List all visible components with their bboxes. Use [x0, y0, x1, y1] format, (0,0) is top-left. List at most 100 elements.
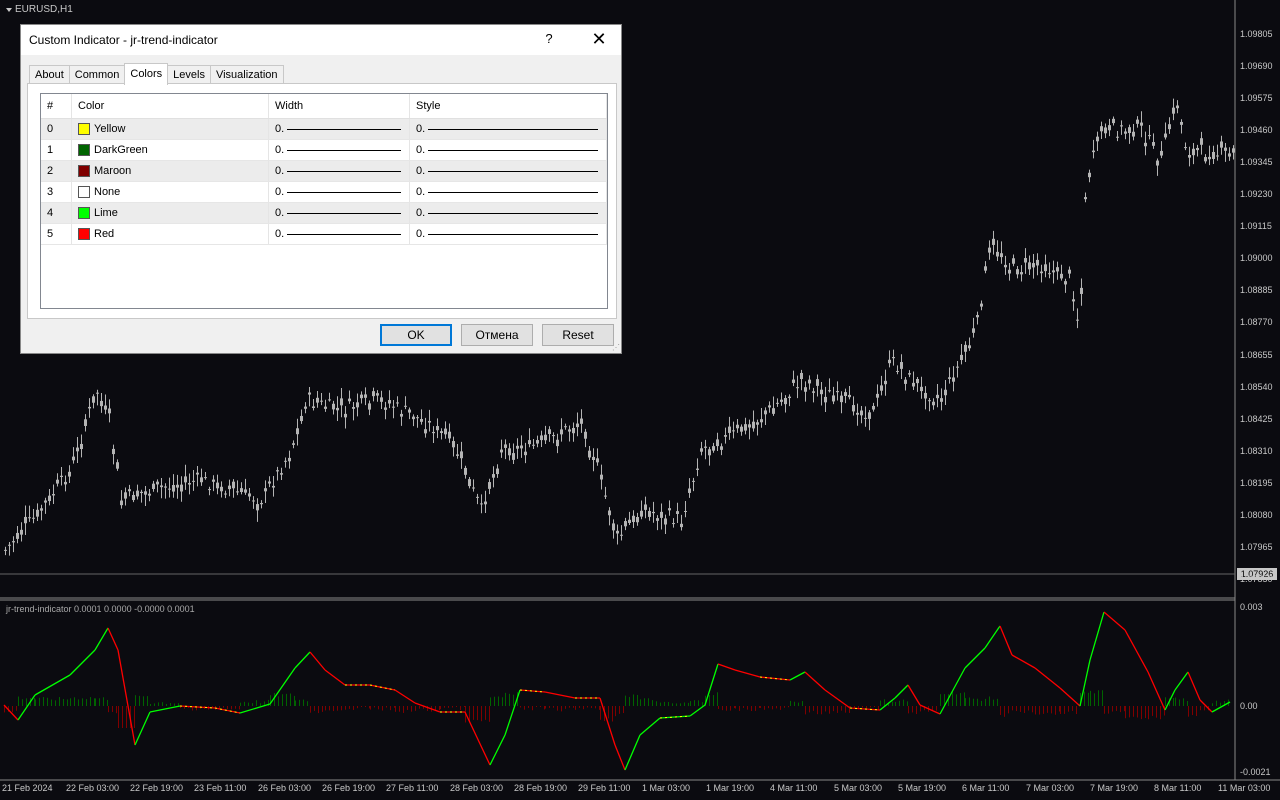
- histogram-bar: [920, 706, 921, 712]
- width-cell[interactable]: 0.: [269, 224, 410, 244]
- candle-body: [156, 481, 159, 485]
- ok-button[interactable]: OK: [380, 324, 452, 346]
- indicator-segment: [1187, 671, 1201, 701]
- width-cell[interactable]: 0.: [269, 203, 410, 223]
- color-row[interactable]: 5 Red 0. 0.: [41, 224, 607, 245]
- histogram-bar: [403, 706, 404, 713]
- color-cell[interactable]: Maroon: [72, 161, 269, 181]
- candle-body: [24, 516, 27, 524]
- dialog-titlebar[interactable]: Custom Indicator - jr-trend-indicator ? …: [21, 25, 621, 55]
- candle-body: [1032, 263, 1035, 268]
- tab-colors[interactable]: Colors: [124, 63, 169, 85]
- histogram-bar: [116, 706, 117, 714]
- style-cell[interactable]: 0.: [410, 161, 607, 181]
- cancel-button[interactable]: Отмена: [461, 324, 533, 346]
- header-width[interactable]: Width: [269, 94, 410, 118]
- close-icon[interactable]: ✕: [589, 29, 609, 50]
- header-color[interactable]: Color: [72, 94, 269, 118]
- histogram-bar: [1112, 706, 1113, 712]
- color-row[interactable]: 0 Yellow 0. 0.: [41, 119, 607, 140]
- width-cell[interactable]: 0.: [269, 119, 410, 139]
- candle-body: [1128, 127, 1131, 134]
- width-cell[interactable]: 0.: [269, 161, 410, 181]
- histogram-bar: [35, 699, 36, 706]
- indicator-segment: [309, 651, 326, 671]
- histogram-bar: [378, 706, 379, 710]
- histogram-bar: [235, 706, 236, 709]
- style-value: 0.: [416, 122, 426, 135]
- histogram-bar: [460, 706, 461, 710]
- reset-button[interactable]: Reset: [542, 324, 614, 346]
- histogram-bar: [985, 698, 986, 706]
- indicator-segment: [544, 691, 576, 699]
- histogram-bar: [63, 699, 64, 706]
- color-row[interactable]: 3 None 0. 0.: [41, 182, 607, 203]
- color-cell[interactable]: None: [72, 182, 269, 202]
- tab-about[interactable]: About: [29, 65, 70, 84]
- candle-body: [884, 380, 887, 385]
- tab-levels[interactable]: Levels: [167, 65, 211, 84]
- chevron-down-icon[interactable]: [6, 7, 12, 12]
- header-style[interactable]: Style: [410, 94, 607, 118]
- histogram-bar: [788, 706, 789, 708]
- style-cell[interactable]: 0.: [410, 203, 607, 223]
- colors-grid: # Color Width Style 0 Yellow 0. 0. 1 DarkGree…: [40, 93, 608, 309]
- histogram-bar: [1187, 700, 1188, 706]
- histogram-bar: [227, 706, 228, 710]
- candle-body: [820, 389, 823, 395]
- tab-visualization[interactable]: Visualization: [209, 65, 284, 84]
- style-cell[interactable]: 0.: [410, 182, 607, 202]
- histogram-bar: [908, 706, 909, 714]
- histogram-bar: [932, 706, 933, 711]
- indicator-segment: [69, 649, 96, 676]
- histogram-bar: [694, 700, 695, 706]
- candle-body: [1212, 151, 1215, 159]
- color-cell[interactable]: Yellow: [72, 119, 269, 139]
- histogram-bar: [528, 706, 529, 708]
- histogram-bar: [768, 706, 769, 709]
- histogram-bar: [880, 700, 881, 706]
- resize-grip-icon[interactable]: ⋰: [612, 343, 620, 352]
- width-value: 0.: [275, 227, 285, 240]
- indicator-segment: [734, 669, 761, 678]
- candle-body: [620, 534, 623, 536]
- histogram-bar: [936, 706, 937, 711]
- color-name: Lime: [94, 206, 118, 219]
- candle-body: [92, 396, 95, 403]
- color-cell[interactable]: Lime: [72, 203, 269, 223]
- histogram-bar: [870, 706, 871, 708]
- color-cell[interactable]: DarkGreen: [72, 140, 269, 160]
- width-cell[interactable]: 0.: [269, 140, 410, 160]
- candle-body: [1080, 287, 1083, 294]
- candle-body: [108, 408, 111, 414]
- histogram-bar: [698, 700, 699, 706]
- candle-body: [1084, 197, 1087, 200]
- candle-body: [384, 407, 387, 410]
- tab-common[interactable]: Common: [68, 65, 126, 84]
- candle-body: [504, 444, 507, 448]
- histogram-bar: [825, 706, 826, 712]
- style-cell[interactable]: 0.: [410, 119, 607, 139]
- histogram-bar: [743, 706, 744, 708]
- time-tick: 5 Mar 03:00: [834, 783, 883, 793]
- style-cell[interactable]: 0.: [410, 224, 607, 244]
- color-row[interactable]: 4 Lime 0. 0.: [41, 203, 607, 224]
- color-cell[interactable]: Red: [72, 224, 269, 244]
- candle-body: [740, 426, 743, 432]
- candle-body: [692, 480, 695, 482]
- candle-body: [1164, 133, 1167, 138]
- candle-body: [284, 460, 287, 462]
- candle-body: [16, 532, 19, 539]
- color-row[interactable]: 2 Maroon 0. 0.: [41, 161, 607, 182]
- header-index[interactable]: #: [41, 94, 72, 118]
- indicator-segment: [1147, 671, 1166, 711]
- histogram-bar: [813, 706, 814, 711]
- help-icon[interactable]: ?: [539, 31, 559, 46]
- histogram-bar: [1108, 706, 1109, 714]
- histogram-bar: [1098, 690, 1099, 706]
- histogram-bar: [845, 706, 846, 713]
- style-cell[interactable]: 0.: [410, 140, 607, 160]
- width-cell[interactable]: 0.: [269, 182, 410, 202]
- candle-body: [432, 431, 435, 434]
- color-row[interactable]: 1 DarkGreen 0. 0.: [41, 140, 607, 161]
